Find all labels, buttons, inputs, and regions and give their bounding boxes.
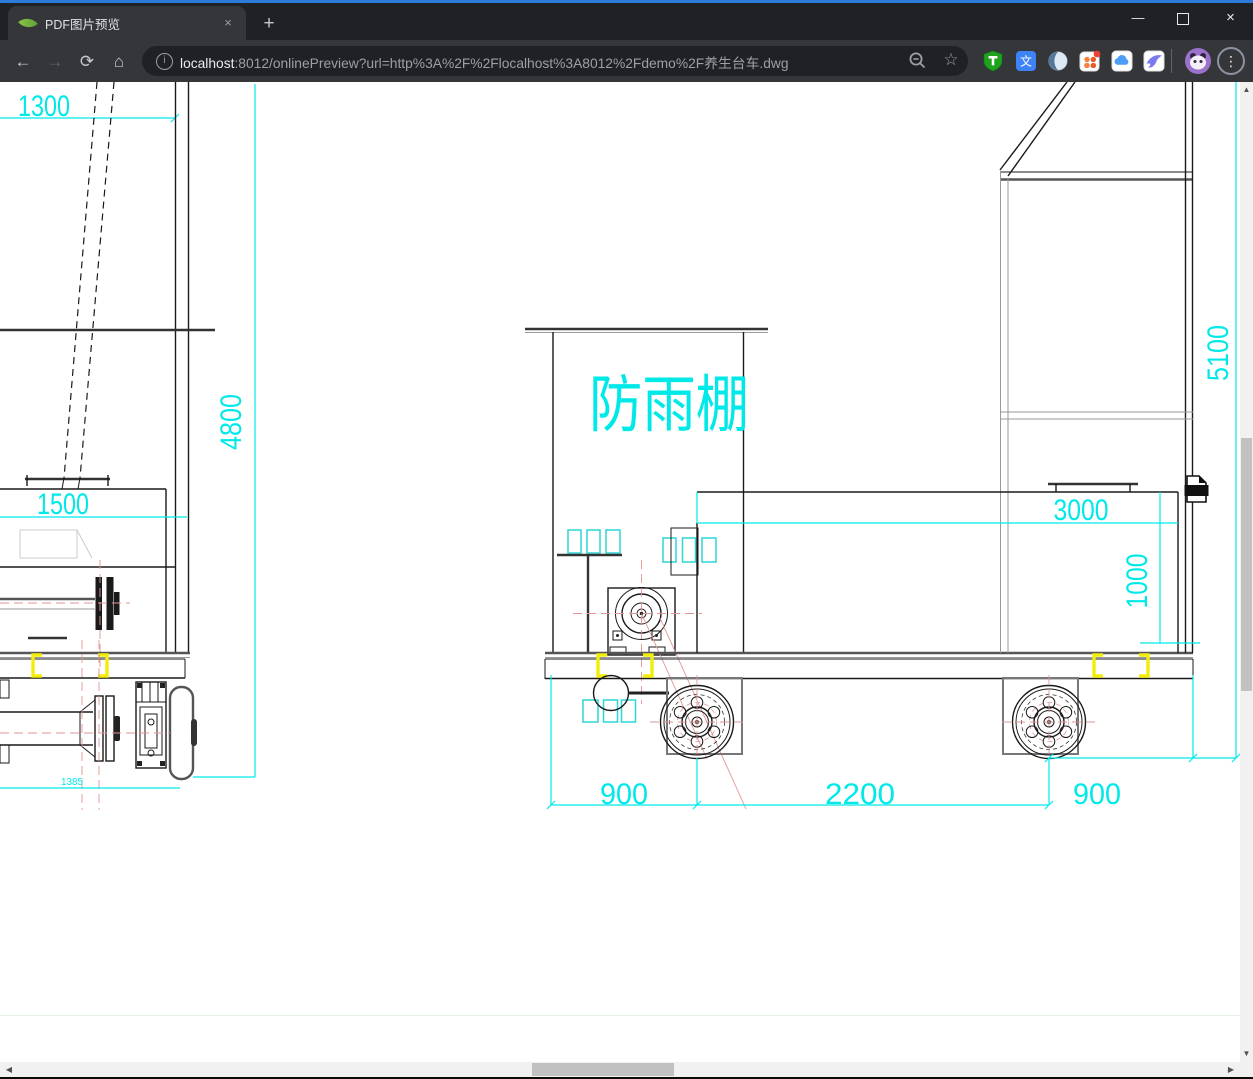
center-view: 防雨棚: [525, 327, 1194, 810]
window-minimize-button[interactable]: —: [1118, 3, 1158, 33]
tab-pdf-preview[interactable]: PDF图片预览 ×: [8, 6, 246, 40]
shelter-label: 防雨棚: [589, 371, 749, 440]
pdf-file-icon: PDF: [1184, 475, 1209, 503]
toolbar-separator: [1171, 49, 1172, 73]
scroll-right-arrow-icon[interactable]: ▶: [1224, 1065, 1238, 1075]
right-tower: 3000 1000 5100 PDF: [696, 81, 1237, 758]
dim-4800-label: 4800: [215, 394, 248, 450]
back-button[interactable]: ←: [10, 49, 36, 75]
dim-900-left-label: 900: [600, 778, 648, 811]
new-tab-button[interactable]: +: [256, 11, 282, 37]
scroll-up-arrow-icon[interactable]: ▲: [1240, 84, 1253, 96]
extension-orbit-icon[interactable]: [1047, 50, 1069, 72]
dim-1500-label: 1500: [37, 488, 89, 521]
maximize-square-icon: [1177, 12, 1189, 25]
zoom-indicator-icon[interactable]: [908, 51, 928, 76]
forward-button[interactable]: →: [42, 49, 68, 75]
extension-tampermonkey-icon[interactable]: [982, 50, 1004, 72]
site-info-icon[interactable]: i: [156, 53, 173, 70]
pdf-badge-label: PDF: [1188, 486, 1207, 496]
tab-title: PDF图片预览: [45, 17, 121, 32]
page-bottom-separator: [0, 1015, 1253, 1016]
window-close-button[interactable]: ×: [1208, 3, 1253, 33]
scroll-down-arrow-icon[interactable]: ▼: [1240, 1048, 1253, 1060]
translate-glyph: 文: [1020, 54, 1032, 69]
horizontal-scrollbar-thumb[interactable]: [532, 1063, 674, 1076]
dim-1000-label: 1000: [1121, 554, 1154, 609]
dim-5100-label: 5100: [1202, 325, 1235, 381]
cad-drawing: 1300 4800 1500 1385 防雨棚 3000 1000 5100 P…: [0, 81, 1241, 811]
url-host: localhost: [180, 56, 235, 71]
tab-close-icon[interactable]: ×: [219, 14, 237, 32]
browser-window: PDF图片预览 × + — × ← → ⟳ ⌂ i localhost:8012…: [0, 0, 1253, 1079]
spring-leaf-favicon-icon: [18, 13, 38, 33]
profile-avatar[interactable]: [1185, 48, 1211, 74]
dim-1385-label: 1385: [61, 777, 83, 788]
window-maximize-button[interactable]: [1163, 3, 1203, 33]
vertical-scrollbar-thumb[interactable]: [1241, 438, 1252, 691]
scroll-left-arrow-icon[interactable]: ◀: [2, 1065, 16, 1075]
extension-sharing-icon[interactable]: [1079, 50, 1101, 72]
reload-button[interactable]: ⟳: [74, 49, 100, 75]
dim-3000-label: 3000: [1054, 494, 1109, 527]
extension-translate-icon[interactable]: 文: [1015, 50, 1037, 72]
dim-900-right-label: 900: [1073, 778, 1121, 811]
browser-menu-button[interactable]: ⋮: [1217, 47, 1245, 75]
url-text: localhost:8012/onlinePreview?url=http%3A…: [180, 52, 789, 71]
bottom-dimensions: 900 2200 900: [546, 675, 1241, 811]
url-path: :8012/onlinePreview?url=http%3A%2F%2Floc…: [234, 56, 789, 71]
dim-2200-label: 2200: [825, 778, 895, 811]
left-view: 1300 4800 1500 1385: [0, 81, 256, 810]
bookmark-star-icon[interactable]: ☆: [941, 49, 961, 71]
extension-bird-icon[interactable]: [1143, 50, 1165, 72]
extension-cloud-icon[interactable]: [1111, 50, 1133, 72]
scrollbar-corner: [1240, 1062, 1253, 1077]
home-button[interactable]: ⌂: [106, 49, 132, 75]
page-content: 1300 4800 1500 1385 防雨棚 3000 1000 5100 P…: [0, 81, 1253, 1079]
